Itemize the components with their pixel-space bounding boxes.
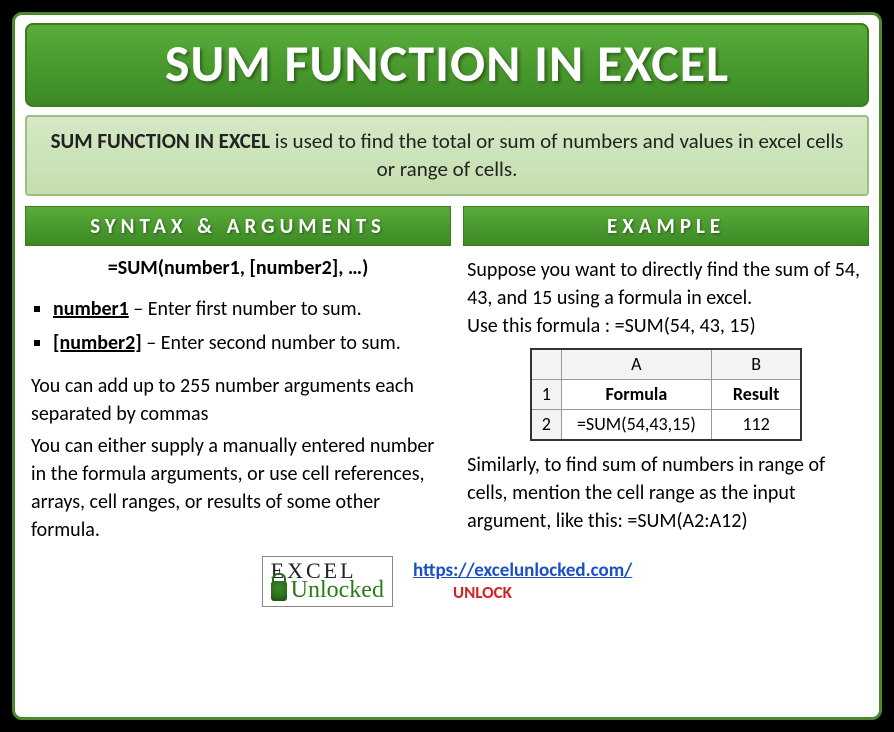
arg-item: number1 – Enter first number to sum. bbox=[53, 294, 451, 324]
syntax-header: SYNTAX & ARGUMENTS bbox=[25, 206, 451, 246]
table-corner bbox=[531, 349, 562, 380]
syntax-notes: You can add up to 255 number arguments e… bbox=[25, 372, 451, 544]
footer-url-link[interactable]: https://excelunlocked.com/ bbox=[413, 559, 632, 582]
row-header-1: 1 bbox=[531, 379, 562, 409]
arg-name: number1 bbox=[53, 297, 129, 321]
syntax-formula: =SUM(number1, [number2], …) bbox=[25, 256, 451, 280]
footer: EXCEL Unlocked https://excelunlocked.com… bbox=[25, 556, 869, 607]
syntax-note2: You can either supply a manually entered… bbox=[31, 432, 445, 544]
footer-right: https://excelunlocked.com/ UNLOCK bbox=[413, 559, 632, 603]
col-header-b: B bbox=[711, 349, 801, 380]
example-column: EXAMPLE Suppose you want to directly fin… bbox=[463, 206, 869, 548]
cell-formula-header: Formula bbox=[561, 379, 711, 409]
cell-formula: =SUM(54,43,15) bbox=[561, 410, 711, 441]
lock-icon bbox=[271, 581, 287, 601]
logo-box: EXCEL Unlocked bbox=[262, 556, 393, 607]
intro-rest: is used to find the total or sum of numb… bbox=[270, 128, 843, 182]
arg-desc: – Enter second number to sum. bbox=[142, 331, 401, 355]
logo-text-unlocked: Unlocked bbox=[291, 580, 384, 602]
arg-name: [number2] bbox=[53, 331, 142, 355]
example-body: Suppose you want to directly find the su… bbox=[463, 256, 869, 536]
columns: SYNTAX & ARGUMENTS =SUM(number1, [number… bbox=[25, 206, 869, 548]
main-title: SUM FUNCTION IN EXCEL bbox=[27, 31, 867, 95]
cell-result: 112 bbox=[711, 410, 801, 441]
intro-box: SUM FUNCTION IN EXCEL is used to find th… bbox=[25, 115, 869, 196]
syntax-note1: You can add up to 255 number arguments e… bbox=[31, 372, 445, 428]
syntax-column: SYNTAX & ARGUMENTS =SUM(number1, [number… bbox=[25, 206, 451, 548]
infographic-card: SUM FUNCTION IN EXCEL SUM FUNCTION IN EX… bbox=[12, 12, 882, 720]
example-p2: Use this formula : =SUM(54, 43, 15) bbox=[467, 312, 865, 340]
excel-table: A B 1 Formula Result 2 =SUM(54,43,15) 11… bbox=[530, 348, 803, 442]
intro-lead: SUM FUNCTION IN EXCEL bbox=[51, 128, 270, 154]
arg-desc: – Enter first number to sum. bbox=[129, 297, 362, 321]
row-header-2: 2 bbox=[531, 410, 562, 441]
arg-item: [number2] – Enter second number to sum. bbox=[53, 328, 451, 358]
example-header: EXAMPLE bbox=[463, 206, 869, 246]
example-p3: Similarly, to find sum of numbers in ran… bbox=[467, 451, 865, 535]
title-banner: SUM FUNCTION IN EXCEL bbox=[25, 23, 869, 107]
example-p1: Suppose you want to directly find the su… bbox=[467, 256, 865, 312]
footer-unlock-text: UNLOCK bbox=[453, 582, 512, 603]
cell-result-header: Result bbox=[711, 379, 801, 409]
col-header-a: A bbox=[561, 349, 711, 380]
argument-list: number1 – Enter first number to sum. [nu… bbox=[25, 294, 451, 358]
